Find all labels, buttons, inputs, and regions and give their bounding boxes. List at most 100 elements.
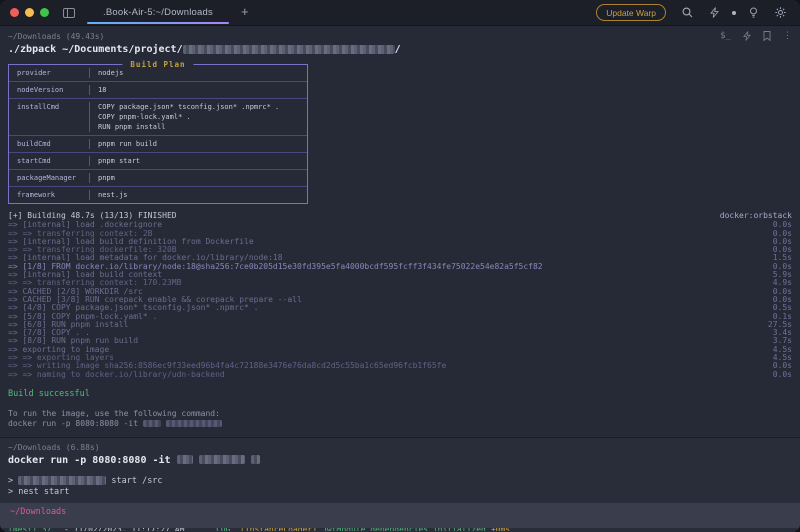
build-plan-table: Build Plan provider nodejs nodeVersion 1… — [8, 64, 308, 204]
build-plan-row: installCmd COPY package.json* tsconfig.j… — [9, 98, 307, 135]
build-plan-value: pnpm run build — [89, 139, 307, 149]
npm-script-text: start /src — [106, 476, 162, 486]
docker-build-step: => => transferring context: 170.23MB 4.9… — [8, 279, 792, 287]
zbpack-command-slash: / — [395, 44, 401, 55]
redacted-tag — [251, 455, 260, 464]
block-bolt-icon[interactable] — [743, 31, 751, 41]
build-plan-key: framework — [9, 190, 89, 200]
build-plan-key: startCmd — [9, 156, 89, 166]
build-plan-value: nodejs — [89, 68, 307, 78]
docker-build-step: => [internal] load build context 5.9s — [8, 271, 792, 279]
docker-build-step: => CACHED [2/8] WORKDIR /src 0.0s — [8, 288, 792, 296]
titlebar-icons — [678, 7, 790, 18]
docker-builder-name: docker:orbstack — [720, 212, 792, 220]
docker-step-text: => => transferring context: 170.23MB — [8, 279, 181, 287]
bookmark-icon[interactable] — [763, 31, 771, 41]
docker-run-command-text: docker run -p 8080:8080 -it — [8, 455, 177, 466]
terminal-prompt-icon[interactable]: $_ — [720, 31, 731, 41]
docker-build-step: => => naming to docker.io/library/udn-ba… — [8, 371, 792, 379]
redacted-image-name — [166, 420, 222, 427]
window-controls — [10, 8, 49, 17]
docker-step-text: => => transferring context: 2B — [8, 230, 153, 238]
zbpack-command-text: ./zbpack ~/Documents/project/ — [8, 44, 183, 55]
redacted-flag-2 — [177, 455, 193, 464]
suggested-run-command-text: docker run -p 8080:8080 -it — [8, 419, 143, 428]
build-plan-rows: provider nodejs nodeVersion 18 installCm… — [9, 65, 307, 203]
docker-step-text: => => transferring dockerfile: 320B — [8, 246, 177, 254]
docker-build-step: => exporting to image 4.5s — [8, 346, 792, 354]
build-plan-value: 18 — [89, 85, 307, 95]
build-plan-value: COPY package.json* tsconfig.json* .npmrc… — [89, 102, 307, 132]
build-plan-title: Build Plan — [122, 60, 193, 69]
docker-build-step: => => writing image sha256:8586ec9f33eed… — [8, 362, 792, 370]
tab-downloads[interactable]: .Book-Air-5:~/Downloads — [87, 1, 229, 24]
command-input-block[interactable]: ~/Downloads — [0, 503, 800, 528]
build-plan-key: nodeVersion — [9, 85, 89, 95]
block2-path-duration: ~/Downloads (6.88s) — [8, 443, 100, 452]
docker-build-step: => [4/8] COPY package.json* tsconfig.jso… — [8, 304, 792, 312]
docker-run-command[interactable]: docker run -p 8080:8080 -it — [8, 455, 792, 466]
docker-step-text: => [8/8] RUN pnpm run build — [8, 337, 138, 345]
docker-step-text: => => writing image sha256:8586ec9f33eed… — [8, 362, 446, 370]
docker-build-step: => [internal] load .dockerignore 0.0s — [8, 221, 792, 229]
build-plan-key: installCmd — [9, 102, 89, 132]
docker-step-duration: 0.0s — [765, 371, 792, 379]
docker-step-text: => [5/8] COPY pnpm-lock.yaml* . — [8, 313, 157, 321]
docker-build-step: => [8/8] RUN pnpm run build 3.7s — [8, 337, 792, 345]
build-plan-row: framework nest.js — [9, 186, 307, 203]
docker-build-log: [+] Building 48.7s (13/13) FINISHED dock… — [8, 212, 792, 379]
build-plan-row: nodeVersion 18 — [9, 81, 307, 98]
bulb-icon[interactable] — [749, 7, 758, 18]
docker-step-text: => CACHED [2/8] WORKDIR /src — [8, 288, 143, 296]
redacted-package-name — [18, 476, 106, 485]
close-window-button[interactable] — [10, 8, 19, 17]
redacted-flag — [143, 420, 161, 427]
build-plan-key: provider — [9, 68, 89, 78]
tab-title: .Book-Air-5:~/Downloads — [87, 1, 229, 22]
more-menu-icon[interactable]: ⋮ — [783, 31, 792, 41]
npm-script-line: > start /src — [8, 476, 792, 487]
docker-build-step: => [6/8] RUN pnpm install 27.5s — [8, 321, 792, 329]
redacted-image-name-2 — [199, 455, 245, 464]
docker-build-step: => => transferring dockerfile: 320B 0.0s — [8, 246, 792, 254]
docker-step-text: => [4/8] COPY package.json* tsconfig.jso… — [8, 304, 258, 312]
docker-step-text: => => exporting layers — [8, 354, 114, 362]
terminal-pane: ~/Downloads (49.43s) $_ ⋮ ./zbpack ~/Doc… — [0, 26, 800, 532]
docker-step-text: => [7/8] COPY . . — [8, 329, 90, 337]
bolt-icon[interactable] — [710, 7, 719, 18]
build-plan-value: nest.js — [89, 190, 307, 200]
docker-step-text: => [internal] load metadata for docker.i… — [8, 254, 283, 262]
docker-build-summary-row: [+] Building 48.7s (13/13) FINISHED dock… — [8, 212, 792, 220]
docker-build-step: => CACHED [3/8] RUN corepack enable && c… — [8, 296, 792, 304]
docker-build-step: => [internal] load build definition from… — [8, 238, 792, 246]
search-icon[interactable] — [682, 7, 693, 18]
block2-header: ~/Downloads (6.88s) — [8, 443, 792, 452]
update-warp-button[interactable]: Update Warp — [596, 4, 666, 21]
build-plan-key: buildCmd — [9, 139, 89, 149]
docker-step-text: => CACHED [3/8] RUN corepack enable && c… — [8, 296, 302, 304]
block1-path-duration: ~/Downloads (49.43s) — [8, 32, 104, 41]
run-hint-text: To run the image, use the following comm… — [8, 409, 792, 419]
tab-active-indicator — [87, 22, 229, 24]
docker-step-text: => [internal] load build context — [8, 271, 162, 279]
zoom-window-button[interactable] — [40, 8, 49, 17]
settings-gear-icon[interactable] — [775, 7, 786, 18]
npm-script-prompt: > — [8, 476, 18, 486]
zbpack-command[interactable]: ./zbpack ~/Documents/project/ / — [8, 44, 792, 55]
docker-build-step: => [1/8] FROM docker.io/library/node:18@… — [8, 263, 792, 271]
minimize-window-button[interactable] — [25, 8, 34, 17]
docker-build-summary: [+] Building 48.7s (13/13) FINISHED — [8, 212, 177, 220]
docker-step-text: => [1/8] FROM docker.io/library/node:18@… — [8, 263, 543, 271]
build-plan-value: pnpm start — [89, 156, 307, 166]
build-plan-key: packageManager — [9, 173, 89, 183]
block1-header: ~/Downloads (49.43s) $_ ⋮ — [8, 31, 792, 41]
docker-build-step: => => transferring context: 2B 0.0s — [8, 230, 792, 238]
build-plan-row: startCmd pnpm start — [9, 152, 307, 169]
notification-dot-icon — [732, 11, 736, 15]
docker-build-step: => => exporting layers 4.5s — [8, 354, 792, 362]
build-plan-value: pnpm — [89, 173, 307, 183]
new-tab-button[interactable]: + — [241, 5, 249, 20]
docker-step-text: => [6/8] RUN pnpm install — [8, 321, 128, 329]
suggested-run-command: docker run -p 8080:8080 -it — [8, 419, 792, 428]
window-layout-icon[interactable] — [63, 8, 75, 18]
